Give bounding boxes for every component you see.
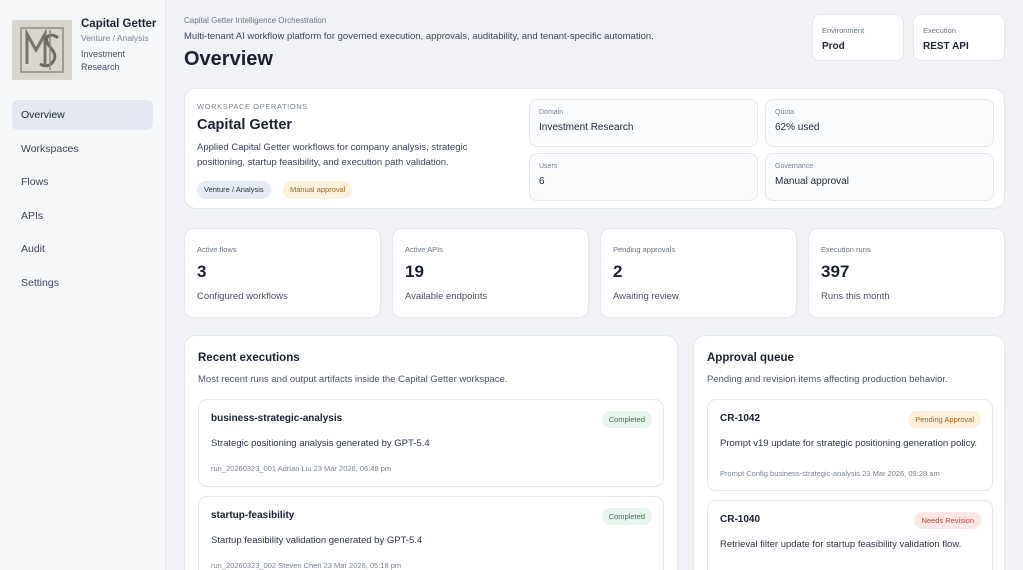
approval-item[interactable]: CR-1040 Needs Revision Retrieval filter …	[707, 500, 993, 570]
status-badge: Completed	[601, 508, 652, 525]
execution-meta: run_20260323_002 Steven Chen 23 Mar 2026…	[211, 561, 402, 570]
workspace-title: Capital Getter	[197, 117, 293, 133]
brand-subtitle: Venture / Analysis	[81, 33, 149, 43]
panel-title: Recent executions	[198, 352, 300, 364]
stat-subtitle: Awaiting review	[613, 291, 679, 302]
execution-title: business-strategic-analysis	[211, 413, 343, 424]
stat-label: Execution runs	[821, 245, 871, 254]
environment-value: Prod	[822, 41, 845, 52]
stat-value: 3	[197, 262, 207, 281]
recent-executions-panel: Recent executions Most recent runs and o…	[184, 335, 678, 570]
page-title: Overview	[184, 48, 273, 70]
brand-logo	[12, 20, 72, 80]
workspace-field-domain: Domain Investment Research	[529, 99, 758, 147]
status-badge: Pending Approval	[908, 411, 981, 428]
sidebar-item-settings[interactable]: Settings	[12, 268, 153, 298]
stat-card-execution-runs[interactable]: Execution runs 397 Runs this month	[808, 228, 1005, 318]
stat-subtitle: Runs this month	[821, 291, 890, 302]
execution-label: Execution	[923, 26, 956, 35]
sidebar-item-apis[interactable]: APIs	[12, 201, 153, 231]
stat-subtitle: Available endpoints	[405, 291, 488, 302]
stat-value: 19	[405, 262, 424, 281]
stat-label: Pending approvals	[613, 245, 676, 254]
workspace-description: Applied Capital Getter workflows for com…	[197, 142, 468, 168]
stat-value: 397	[821, 262, 850, 281]
field-label: Domain	[539, 109, 564, 116]
approval-item[interactable]: CR-1042 Pending Approval Prompt v19 upda…	[707, 399, 993, 491]
field-label: Quota	[775, 109, 795, 116]
field-value: Manual approval	[775, 176, 849, 187]
stat-label: Active APIs	[405, 245, 443, 254]
panel-title: Approval queue	[707, 352, 794, 364]
field-label: Governance	[775, 163, 814, 170]
field-value: 62% used	[775, 122, 820, 133]
header-eyebrow: Capital Getter Intelligence Orchestratio…	[184, 16, 327, 25]
stat-value: 2	[613, 262, 623, 281]
workspace-eyebrow: WORKSPACE OPERATIONS	[197, 102, 308, 111]
workspace-chip-category: Venture / Analysis	[197, 181, 271, 199]
execution-description: Strategic positioning analysis generated…	[211, 438, 430, 449]
execution-item[interactable]: startup-feasibility Completed Startup fe…	[198, 496, 664, 570]
approval-id: CR-1042	[720, 413, 761, 424]
stat-card-pending-approvals[interactable]: Pending approvals 2 Awaiting review	[600, 228, 797, 318]
workspace-card: WORKSPACE OPERATIONS Capital Getter Appl…	[184, 88, 1005, 209]
execution-item[interactable]: business-strategic-analysis Completed St…	[198, 399, 664, 487]
execution-value: REST API	[923, 41, 969, 52]
execution-meta: run_20260323_001 Adrian Liu 23 Mar 2026,…	[211, 464, 392, 473]
field-value: 6	[539, 176, 545, 187]
status-badge: Completed	[601, 411, 652, 428]
approval-description: Retrieval filter update for startup feas…	[720, 539, 962, 550]
approval-description: Prompt v19 update for strategic position…	[720, 438, 978, 449]
header-description: Multi-tenant AI workflow platform for go…	[184, 31, 654, 42]
execution-card[interactable]: Execution REST API	[913, 14, 1005, 61]
stat-subtitle: Configured workflows	[197, 291, 288, 302]
brand: Capital Getter Venture / Analysis Invest…	[12, 18, 162, 88]
status-badge: Needs Revision	[914, 512, 981, 529]
brand-name: Capital Getter	[81, 18, 157, 30]
panel-subtitle: Pending and revision items affecting pro…	[707, 374, 948, 385]
brand-domain: Investment Research	[81, 49, 126, 72]
sidebar-nav: Overview Workspaces Flows APIs Audit Set…	[12, 100, 153, 301]
field-label: Users	[539, 163, 558, 170]
approval-queue-panel: Approval queue Pending and revision item…	[693, 335, 1005, 570]
stat-card-active-apis[interactable]: Active APIs 19 Available endpoints	[392, 228, 589, 318]
workspace-field-users: Users 6	[529, 153, 758, 201]
workspace-field-quota: Quota 62% used	[765, 99, 994, 147]
workspace-chip-approval: Manual approval	[283, 181, 353, 199]
execution-title: startup-feasibility	[211, 510, 295, 521]
execution-description: Startup feasibility validation generated…	[211, 535, 423, 546]
stat-label: Active flows	[197, 245, 237, 254]
sidebar-item-audit[interactable]: Audit	[12, 234, 153, 264]
environment-label: Environment	[822, 26, 865, 35]
field-value: Investment Research	[539, 122, 634, 133]
sidebar-item-workspaces[interactable]: Workspaces	[12, 134, 153, 164]
approval-id: CR-1040	[720, 514, 761, 525]
panel-subtitle: Most recent runs and output artifacts in…	[198, 374, 508, 385]
sidebar-item-overview[interactable]: Overview	[12, 100, 153, 130]
environment-card[interactable]: Environment Prod	[812, 14, 904, 61]
workspace-field-governance: Governance Manual approval	[765, 153, 994, 201]
sidebar-item-flows[interactable]: Flows	[12, 167, 153, 197]
approval-meta: Prompt Config business-strategic-analysi…	[720, 469, 940, 478]
sidebar: Capital Getter Venture / Analysis Invest…	[0, 0, 166, 570]
stat-card-active-flows[interactable]: Active flows 3 Configured workflows	[184, 228, 381, 318]
